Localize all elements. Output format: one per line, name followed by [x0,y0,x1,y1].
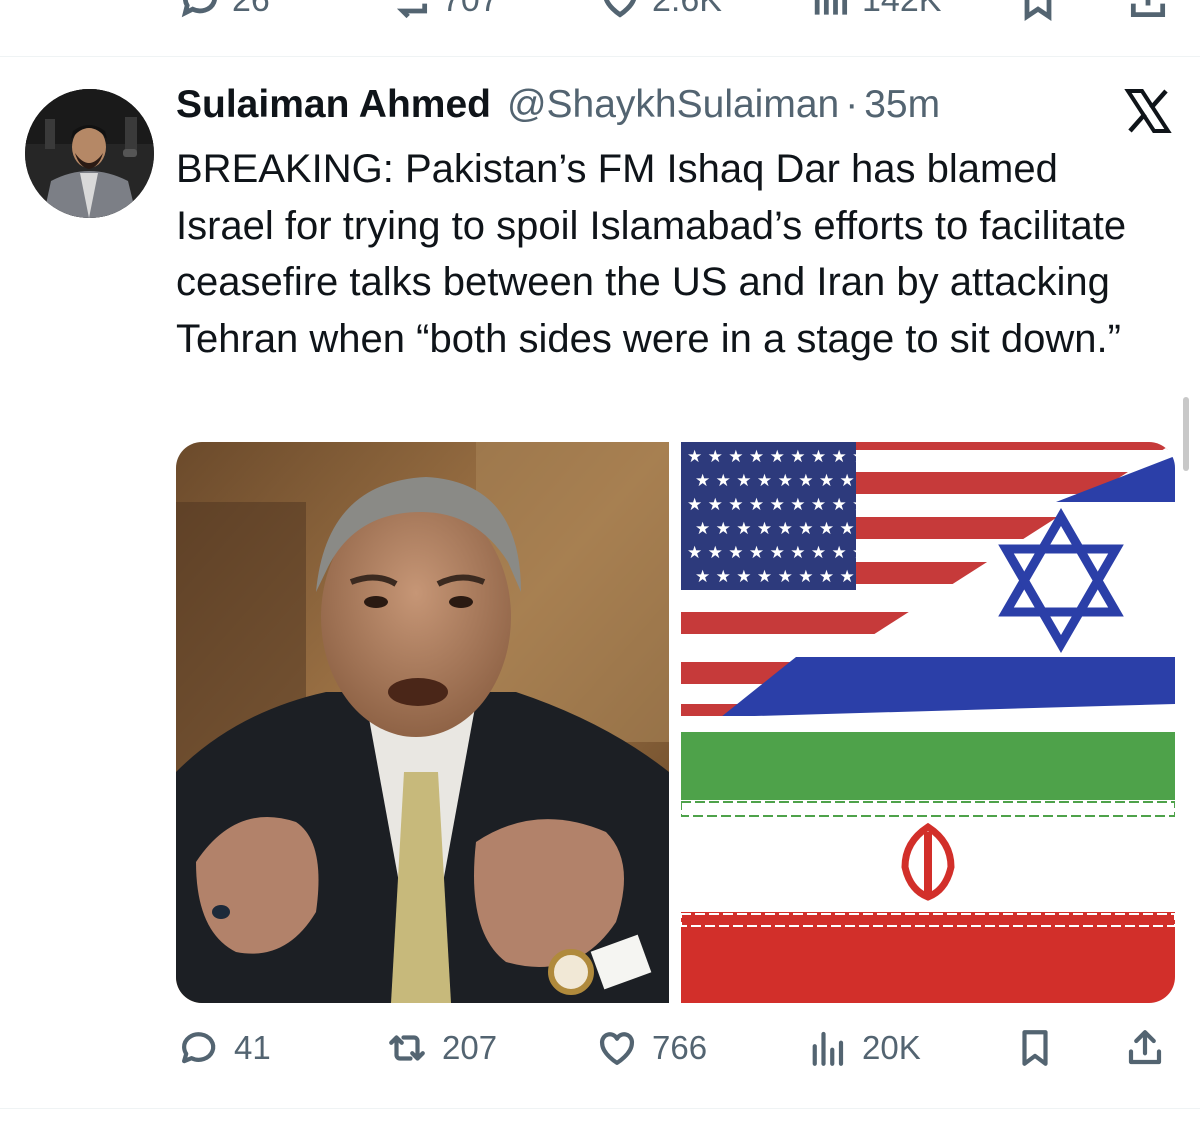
tweet-header: Sulaiman Ahmed @ShaykhSulaiman · 35m [176,83,940,135]
timestamp[interactable]: 35m [864,83,940,127]
previous-tweet-actions: 26 707 2.6K 142K [0,0,1200,57]
display-name[interactable]: Sulaiman Ahmed [176,83,491,127]
views-icon [814,0,848,15]
repost-count: 207 [442,1029,498,1066]
repost-icon [396,3,428,19]
like-count: 766 [652,1029,708,1066]
like-icon [600,1032,634,1065]
previous-repost-button[interactable]: 707 [388,0,499,22]
tweet-actions: 41 207 766 20K [0,1027,1200,1077]
svg-text:★ ★ ★ ★ ★ ★ ★ ★: ★ ★ ★ ★ ★ ★ ★ ★ [695,567,855,587]
previous-views-button[interactable]: 142K [808,0,941,22]
views-button[interactable]: 20K [806,1027,921,1069]
bookmark-button[interactable] [1014,1027,1056,1069]
previous-reply-count: 26 [232,0,270,20]
avatar[interactable] [25,89,154,218]
avatar-photo [25,89,154,218]
media-photo-person[interactable] [176,442,669,1003]
like-icon [604,0,636,18]
svg-text:★ ★ ★ ★ ★ ★ ★ ★: ★ ★ ★ ★ ★ ★ ★ ★ [695,471,855,491]
bookmark-icon [1022,1030,1048,1066]
svg-text:★ ★ ★ ★ ★ ★ ★ ★ ★: ★ ★ ★ ★ ★ ★ ★ ★ ★ [687,543,867,563]
bookmark-icon [1024,0,1052,21]
share-button[interactable] [1124,1027,1166,1069]
timeline: 26 707 2.6K 142K [0,0,1200,1135]
tweet-text: BREAKING: Pakistan’s FM Ishaq Dar has bl… [176,147,1138,361]
x-logo-icon[interactable] [1124,87,1172,135]
svg-text:★ ★ ★ ★ ★ ★ ★ ★ ★: ★ ★ ★ ★ ★ ★ ★ ★ ★ [687,447,867,467]
svg-text:★ ★ ★ ★ ★ ★ ★ ★: ★ ★ ★ ★ ★ ★ ★ ★ [695,519,855,539]
tweet-media[interactable]: ★ ★ ★ ★ ★ ★ ★ ★ ★ ★ ★ ★ ★ ★ ★ ★ ★ ★ ★ ★ … [176,442,1175,1003]
repost-button[interactable]: 207 [386,1027,497,1069]
previous-bookmark-button[interactable] [1016,0,1060,22]
reply-icon [182,1032,216,1064]
previous-view-count: 142K [862,0,941,20]
reply-button[interactable]: 41 [178,1027,271,1069]
previous-share-button[interactable] [1126,0,1170,22]
media-flags-collage[interactable]: ★ ★ ★ ★ ★ ★ ★ ★ ★ ★ ★ ★ ★ ★ ★ ★ ★ ★ ★ ★ … [681,442,1175,1003]
tweet-divider [0,1108,1200,1109]
previous-reply-button[interactable]: 26 [178,0,270,22]
tweet[interactable]: Sulaiman Ahmed @ShaykhSulaiman · 35m BRE… [0,57,1200,1109]
share-icon [1128,1030,1162,1065]
scrollbar[interactable] [1183,397,1189,471]
separator-dot: · [845,83,859,126]
share-icon [1130,0,1166,18]
previous-like-count: 2.6K [652,0,722,20]
views-icon [812,1031,844,1066]
reply-icon [181,0,217,18]
like-button[interactable]: 766 [596,1027,707,1069]
view-count: 20K [862,1029,921,1066]
reply-count: 41 [234,1029,271,1066]
previous-like-button[interactable]: 2.6K [598,0,722,22]
repost-icon [389,1035,425,1061]
svg-text:★ ★ ★ ★ ★ ★ ★ ★ ★: ★ ★ ★ ★ ★ ★ ★ ★ ★ [687,495,867,515]
user-handle[interactable]: @ShaykhSulaiman [507,83,839,127]
previous-repost-count: 707 [442,0,499,20]
